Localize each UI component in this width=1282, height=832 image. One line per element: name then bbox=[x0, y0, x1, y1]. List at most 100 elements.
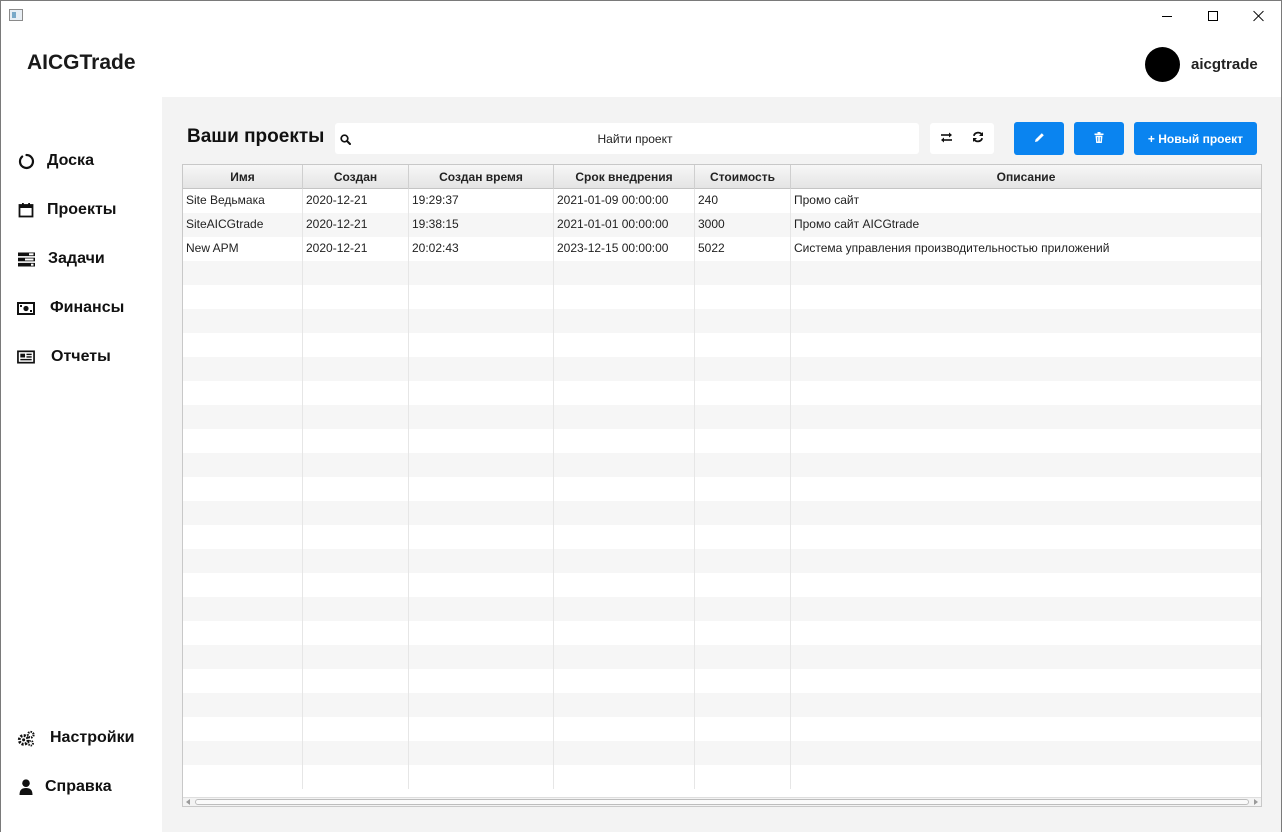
minimize-button[interactable] bbox=[1144, 1, 1190, 31]
table-cell bbox=[409, 309, 554, 333]
table-row bbox=[183, 645, 1261, 669]
table-cell: 20:02:43 bbox=[409, 237, 554, 261]
table-cell bbox=[791, 597, 1261, 621]
table-cell bbox=[554, 525, 695, 549]
sidebar-item-label: Задачи bbox=[48, 250, 105, 267]
projects-table: Имя Создан Создан время Срок внедрения С… bbox=[182, 164, 1262, 807]
table-row bbox=[183, 669, 1261, 693]
table-cell bbox=[303, 549, 409, 573]
close-button[interactable] bbox=[1236, 1, 1282, 31]
table-cell bbox=[409, 501, 554, 525]
table-body: Site Ведьмака 2020-12-21 19:29:37 2021-01-0… bbox=[183, 189, 1261, 797]
table-cell bbox=[791, 381, 1261, 405]
table-cell: 2020-12-21 bbox=[303, 189, 409, 213]
sidebar-item-board[interactable]: Доска bbox=[1, 143, 162, 179]
table-cell bbox=[791, 501, 1261, 525]
sidebar-item-settings[interactable]: Настройки bbox=[1, 720, 162, 756]
table-row[interactable]: New APM 2020-12-21 20:02:43 2023-12-15 00:0… bbox=[183, 237, 1261, 261]
table-cell bbox=[554, 309, 695, 333]
table-cell bbox=[183, 717, 303, 741]
table-row[interactable]: SiteAICGtrade 2020-12-21 19:38:15 2021-01-0… bbox=[183, 213, 1261, 237]
table-cell: 2020-12-21 bbox=[303, 213, 409, 237]
table-cell bbox=[303, 573, 409, 597]
maximize-button[interactable] bbox=[1190, 1, 1236, 31]
table-cell bbox=[183, 477, 303, 501]
column-header-description[interactable]: Описание bbox=[791, 165, 1261, 189]
horizontal-scrollbar[interactable] bbox=[183, 797, 1261, 806]
close-icon bbox=[1253, 10, 1265, 22]
table-cell bbox=[791, 669, 1261, 693]
search-input[interactable] bbox=[355, 123, 915, 154]
column-header-created-time[interactable]: Создан время bbox=[409, 165, 554, 189]
column-header-created[interactable]: Создан bbox=[303, 165, 409, 189]
sidebar-item-projects[interactable]: Проекты bbox=[1, 192, 162, 228]
sidebar-item-tasks[interactable]: Задачи bbox=[1, 241, 162, 277]
avatar[interactable] bbox=[1145, 47, 1180, 82]
table-cell bbox=[409, 717, 554, 741]
sort-button[interactable] bbox=[930, 123, 962, 154]
table-cell bbox=[183, 597, 303, 621]
cogs-icon bbox=[17, 729, 35, 747]
table-cell bbox=[303, 765, 409, 789]
scroll-left-icon[interactable] bbox=[186, 799, 190, 805]
table-cell bbox=[183, 261, 303, 285]
table-cell bbox=[303, 453, 409, 477]
table-row bbox=[183, 261, 1261, 285]
table-cell bbox=[695, 765, 791, 789]
table-cell bbox=[695, 381, 791, 405]
new-project-button[interactable]: + Новый проект bbox=[1134, 122, 1257, 155]
table-cell bbox=[791, 765, 1261, 789]
table-cell bbox=[695, 333, 791, 357]
column-header-name[interactable]: Имя bbox=[183, 165, 303, 189]
calendar-icon bbox=[17, 201, 35, 219]
delete-button[interactable] bbox=[1074, 122, 1124, 155]
search-box[interactable] bbox=[335, 123, 919, 154]
sidebar-item-reports[interactable]: Отчеты bbox=[1, 339, 162, 375]
scrollbar-thumb[interactable] bbox=[195, 799, 1249, 805]
table-cell bbox=[554, 573, 695, 597]
table-row bbox=[183, 453, 1261, 477]
column-header-deadline[interactable]: Срок внедрения bbox=[554, 165, 695, 189]
table-cell bbox=[554, 645, 695, 669]
table-cell bbox=[183, 429, 303, 453]
maximize-icon bbox=[1208, 11, 1218, 21]
table-cell bbox=[303, 261, 409, 285]
table-cell bbox=[554, 741, 695, 765]
table-cell bbox=[409, 525, 554, 549]
sidebar-item-label: Справка bbox=[45, 778, 112, 795]
table-cell bbox=[791, 645, 1261, 669]
table-row[interactable]: Site Ведьмака 2020-12-21 19:29:37 2021-01-0… bbox=[183, 189, 1261, 213]
edit-button[interactable] bbox=[1014, 122, 1064, 155]
table-cell bbox=[409, 333, 554, 357]
search-icon bbox=[340, 132, 352, 145]
table-cell bbox=[183, 453, 303, 477]
table-cell bbox=[183, 405, 303, 429]
table-header: Имя Создан Создан время Срок внедрения С… bbox=[183, 165, 1261, 189]
table-row bbox=[183, 285, 1261, 309]
column-header-cost[interactable]: Стоимость bbox=[695, 165, 791, 189]
table-cell bbox=[554, 429, 695, 453]
table-row bbox=[183, 357, 1261, 381]
table-cell bbox=[554, 549, 695, 573]
table-cell bbox=[695, 573, 791, 597]
table-cell bbox=[695, 285, 791, 309]
sidebar-item-help[interactable]: Справка bbox=[1, 769, 162, 805]
table-cell bbox=[554, 285, 695, 309]
table-cell bbox=[303, 381, 409, 405]
sidebar-item-finance[interactable]: Финансы bbox=[1, 290, 162, 326]
refresh-button[interactable] bbox=[962, 123, 994, 154]
table-cell bbox=[695, 693, 791, 717]
scroll-right-icon[interactable] bbox=[1254, 799, 1258, 805]
username[interactable]: aicgtrade bbox=[1191, 56, 1258, 73]
table-row bbox=[183, 765, 1261, 789]
table-cell: Система управления производительностью п… bbox=[794, 241, 1110, 255]
table-cell bbox=[554, 261, 695, 285]
table-cell bbox=[183, 285, 303, 309]
sidebar-item-label: Отчеты bbox=[51, 348, 111, 365]
table-cell bbox=[791, 261, 1261, 285]
table-cell bbox=[409, 429, 554, 453]
table-cell bbox=[554, 669, 695, 693]
table-cell bbox=[303, 429, 409, 453]
table-cell bbox=[409, 405, 554, 429]
table-cell bbox=[409, 549, 554, 573]
